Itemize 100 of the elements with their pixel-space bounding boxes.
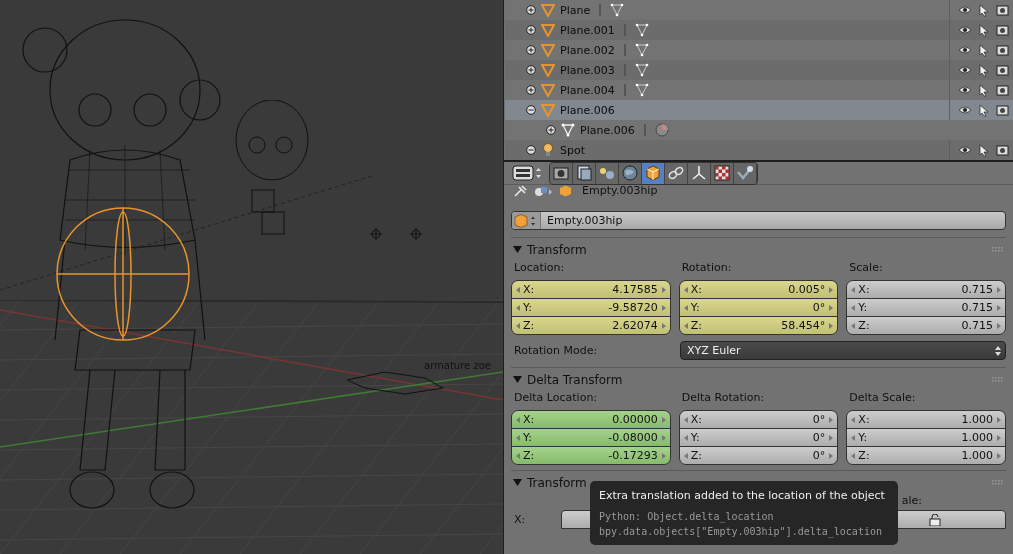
cursor-icon[interactable]: [979, 23, 989, 37]
layers-tab[interactable]: [573, 162, 596, 184]
mesh-data-icon[interactable]: [634, 63, 649, 77]
expanded-triangle-icon[interactable]: [513, 478, 522, 487]
tooltip-text: Extra translation added to the location of the object: [599, 489, 886, 502]
object-name[interactable]: Spot: [560, 143, 585, 157]
unlocked-padlock-icon[interactable]: [929, 513, 941, 526]
globe-icon: [620, 163, 640, 183]
camera-icon[interactable]: [996, 84, 1009, 96]
expanded-triangle-icon[interactable]: [513, 245, 522, 254]
expand-icon[interactable]: [526, 45, 536, 55]
rotation-mode-dropdown[interactable]: XYZ Euler: [680, 341, 1006, 360]
cursor-icon[interactable]: [979, 43, 989, 57]
eye-icon[interactable]: [958, 45, 972, 55]
object-type-icon: [514, 213, 538, 228]
scene-tab[interactable]: [596, 162, 619, 184]
panel-title[interactable]: Delta Transform: [527, 372, 987, 387]
scene-objects-icon: [533, 185, 553, 197]
object-name[interactable]: Plane.004: [560, 83, 615, 97]
group-label: Scale:: [848, 261, 884, 276]
camera-icon[interactable]: [996, 24, 1009, 36]
number-field[interactable]: Z: -0.17293: [512, 447, 670, 464]
camera-icon[interactable]: [996, 144, 1009, 156]
number-field[interactable]: Z: 0.715: [847, 317, 1005, 334]
cursor-icon[interactable]: [979, 143, 989, 157]
mesh-object-icon: [541, 103, 555, 117]
material-sphere-icon[interactable]: [654, 123, 669, 137]
number-field[interactable]: Y: -0.08000: [512, 429, 670, 447]
updown-arrows-icon: [995, 344, 1001, 357]
breadcrumb-object-name: Empty.003hip: [582, 185, 658, 197]
eye-icon[interactable]: [958, 145, 972, 155]
camera-icon[interactable]: [996, 4, 1009, 16]
eye-icon[interactable]: [958, 25, 972, 35]
checker-icon: [712, 163, 732, 183]
number-field[interactable]: X: 4.17585: [512, 281, 670, 299]
expand-icon[interactable]: [526, 85, 536, 95]
mesh-data-icon[interactable]: [610, 3, 625, 17]
object-name-field[interactable]: Empty.003hip: [511, 211, 1006, 230]
mesh-data-icon[interactable]: [634, 23, 649, 37]
number-field[interactable]: X: 0°: [679, 411, 838, 429]
camera-icon[interactable]: [996, 64, 1009, 76]
object-tab[interactable]: [642, 162, 665, 184]
number-field[interactable]: Y: 0.715: [847, 299, 1005, 317]
number-field[interactable]: Y: 0°: [679, 429, 838, 447]
group-label: Delta Location:: [513, 391, 599, 406]
eye-icon[interactable]: [958, 5, 972, 15]
drag-grip-icon[interactable]: [992, 376, 1004, 383]
number-field[interactable]: Z: 1.000: [847, 447, 1005, 464]
cursor-icon[interactable]: [979, 3, 989, 17]
mesh-data-icon[interactable]: [634, 83, 649, 97]
empty-markers-icon: [370, 228, 422, 240]
number-field[interactable]: X: 0.005°: [679, 281, 838, 299]
drag-grip-icon[interactable]: [992, 246, 1004, 253]
expand-icon[interactable]: [546, 125, 556, 135]
number-field[interactable]: Z: 0°: [679, 447, 838, 464]
camera-icon[interactable]: [996, 104, 1009, 116]
number-field[interactable]: X: 0.715: [847, 281, 1005, 299]
eye-icon[interactable]: [958, 85, 972, 95]
number-field[interactable]: X: 0.00000: [512, 411, 670, 429]
number-field[interactable]: Y: 0°: [679, 299, 838, 317]
panel-title[interactable]: Transform: [527, 242, 987, 257]
object-name[interactable]: Plane.003: [560, 63, 615, 77]
drag-grip-icon[interactable]: [992, 479, 1004, 486]
group-label: Delta Rotation:: [680, 391, 766, 406]
python-path-text: Python: Object.delta_location: [599, 510, 775, 524]
number-field[interactable]: Z: 58.454°: [679, 317, 838, 334]
render-tab[interactable]: [550, 162, 573, 184]
cursor-icon[interactable]: [979, 63, 989, 77]
number-field[interactable]: X: 1.000: [847, 411, 1005, 429]
object-name[interactable]: Plane.002: [560, 43, 615, 57]
constraints-tab[interactable]: [665, 162, 688, 184]
number-field[interactable]: Y: 1.000: [847, 429, 1005, 447]
expand-icon[interactable]: [526, 25, 536, 35]
mesh-data-name[interactable]: Plane.006: [580, 123, 635, 137]
mesh-data-icon[interactable]: [634, 43, 649, 57]
field-label: Rotation Mode:: [513, 344, 599, 357]
physics-tab[interactable]: [734, 162, 757, 184]
camera-icon[interactable]: [996, 44, 1009, 56]
expanded-triangle-icon[interactable]: [513, 375, 522, 384]
outliner-row-selected[interactable]: Plane.006: [505, 100, 1013, 120]
world-tab[interactable]: [619, 162, 642, 184]
group-label: Location:: [513, 261, 566, 276]
expand-icon[interactable]: [526, 5, 536, 15]
eye-icon[interactable]: [958, 65, 972, 75]
pin-icon[interactable]: [513, 185, 527, 197]
texture-tab[interactable]: [711, 162, 734, 184]
editor-type-button[interactable]: [512, 164, 542, 182]
object-name[interactable]: Plane.006: [560, 103, 615, 117]
object-name[interactable]: Plane.001: [560, 23, 615, 37]
lamp-icon: [541, 143, 555, 157]
eye-icon[interactable]: [958, 105, 972, 115]
number-field[interactable]: Z: 2.62074: [512, 317, 670, 334]
collapse-icon[interactable]: [526, 145, 536, 155]
cursor-icon[interactable]: [979, 103, 989, 117]
collapse-icon[interactable]: [526, 105, 536, 115]
number-field[interactable]: Y: -9.58720: [512, 299, 670, 317]
data-tab[interactable]: [688, 162, 711, 184]
expand-icon[interactable]: [526, 65, 536, 75]
cursor-icon[interactable]: [979, 83, 989, 97]
object-name[interactable]: Plane: [560, 3, 591, 17]
